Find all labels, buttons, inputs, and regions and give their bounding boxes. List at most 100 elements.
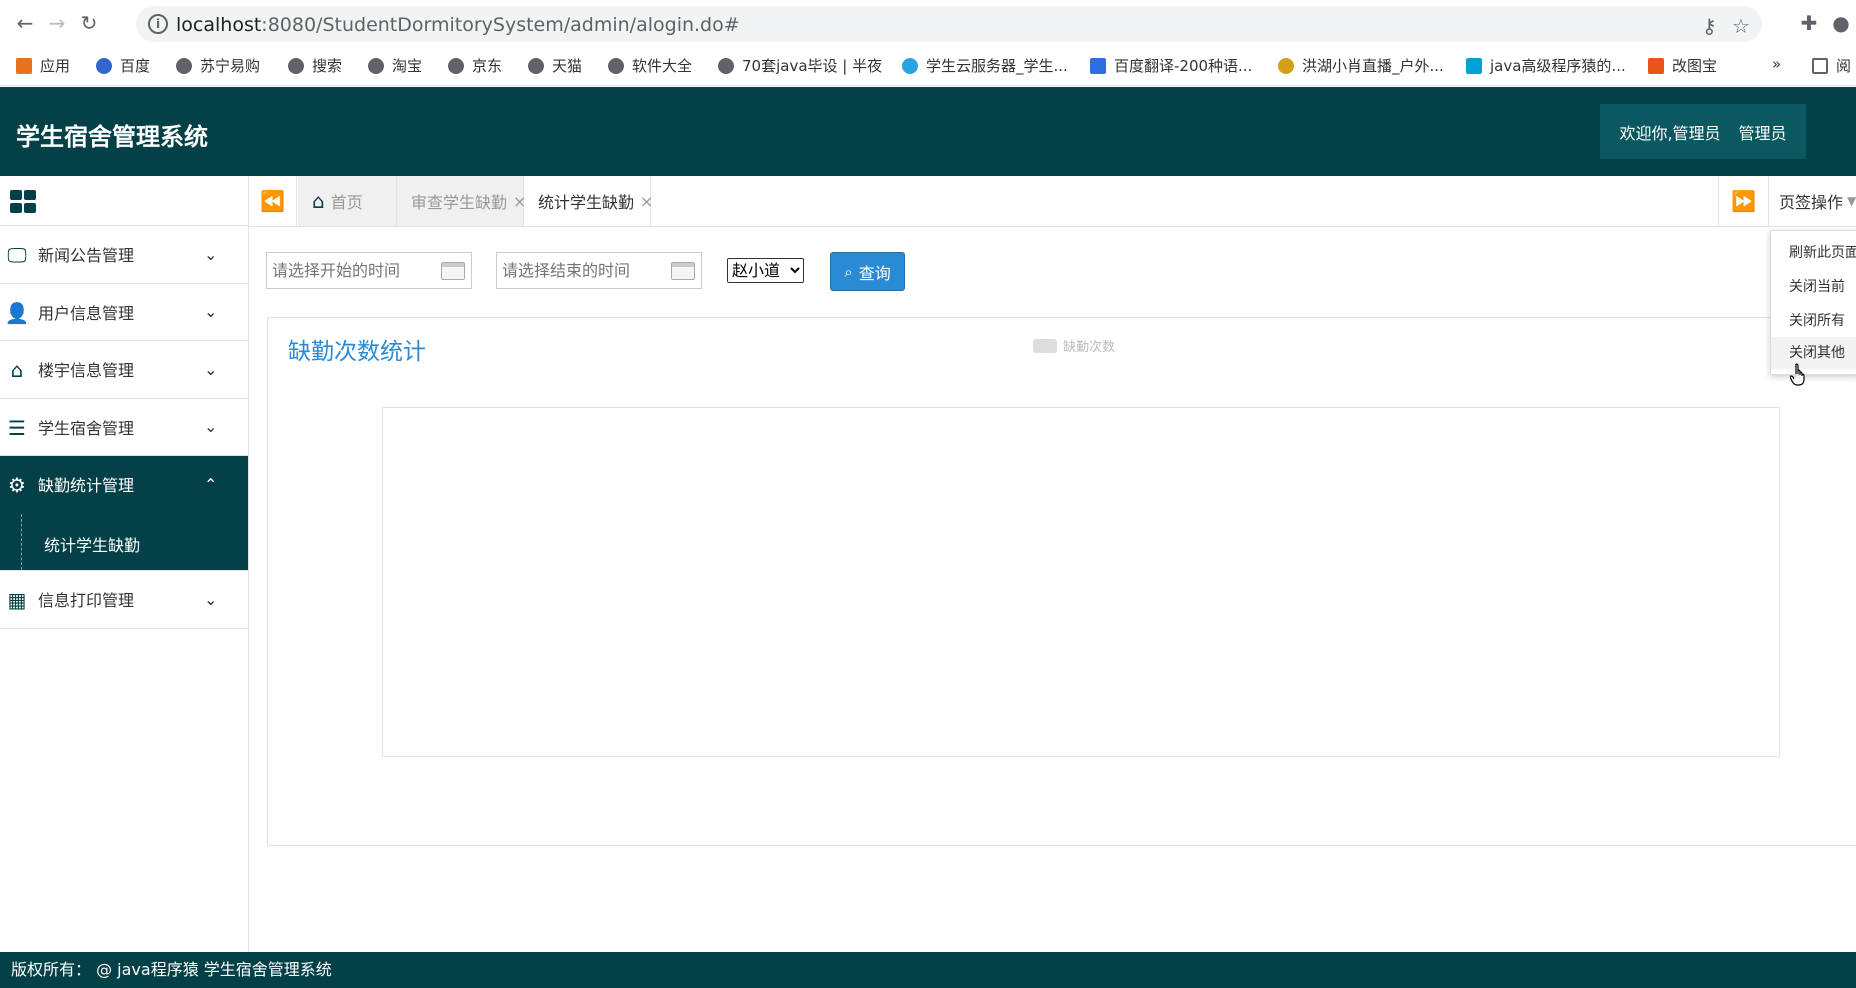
chevron-down-icon: ⌄ [204,302,218,322]
globe-icon [448,57,464,74]
query-button[interactable]: ⌕ 查询 [830,252,905,291]
baidu-icon [96,57,112,74]
close-all-item[interactable]: 关闭所有 [1771,305,1856,337]
sidebar-item-label: 新闻公告管理 [38,246,135,266]
hand-cursor-icon [1790,363,1805,386]
submenu-guide-line [21,513,22,570]
home-icon: ⌂ [10,358,24,382]
film-icon: ▦ [7,588,27,612]
chart-legend[interactable]: 缺勤次数 [1033,336,1115,355]
address-bar[interactable]: i localhost:8080/StudentDormitorySystem/… [136,6,1762,42]
bookmark-item[interactable]: 京东 [448,55,502,76]
bookmark-item[interactable]: 百度 [96,55,150,76]
chart-title: 缺勤次数统计 [288,339,426,365]
tab-review-absence[interactable]: 审查学生缺勤 × [397,176,526,226]
tab-scroll-right-icon[interactable]: ⏩ [1718,176,1768,226]
refresh-page-item[interactable]: 刷新此页面 [1771,237,1856,269]
bookmark-item[interactable]: 改图宝 [1648,55,1717,76]
sidebar-item-buildings[interactable]: ⌂ 楼宇信息管理 ⌄ [0,341,248,399]
welcome-text: 欢迎你,管理员 [1619,123,1721,143]
gears-icon: ⚙ [8,473,26,497]
tab-home[interactable]: ⌂ 首页 [298,176,397,226]
start-date-input[interactable] [267,253,427,288]
app-header: 学生宿舍管理系统 欢迎你,管理员 管理员 [0,87,1856,176]
bookmark-item[interactable]: 70套java毕设 | 半夜 [718,55,882,76]
app-title: 学生宿舍管理系统 [16,123,208,151]
chevron-down-icon: ⌄ [204,589,218,609]
sidebar: 🖵 新闻公告管理 ⌄ 👤 用户信息管理 ⌄ ⌂ 楼宇信息管理 ⌄ ☰ 学生宿舍管… [0,176,249,952]
sidebar-item-label: 学生宿舍管理 [38,418,135,438]
apps-grid-icon [16,57,32,74]
cloud-icon [902,57,918,74]
bookmarks-bar: 应用 百度 苏宁易购 搜索 淘宝 京东 天猫 软件大全 70套java毕设 | … [0,46,1856,86]
legend-swatch [1033,338,1057,353]
reading-list-icon [1812,57,1828,74]
forward-icon[interactable]: → [44,10,70,36]
sidebar-item-users[interactable]: 👤 用户信息管理 ⌄ [0,284,248,341]
extensions-icon[interactable]: ✚ [1796,10,1822,36]
url-text: localhost:8080/StudentDormitorySystem/ad… [176,14,740,36]
browser-toolbar: ← → ↻ i localhost:8080/StudentDormitoryS… [0,0,1856,46]
chevron-up-icon: ⌃ [204,474,218,494]
site-info-icon[interactable]: i [148,14,168,34]
tab-label: 首页 [330,193,363,212]
back-icon[interactable]: ← [12,10,38,36]
chevron-down-icon: ⌄ [204,244,218,264]
reload-icon[interactable]: ↻ [76,10,102,36]
footer: 版权所有： @ java程序猿 学生宿舍管理系统 [0,952,1856,988]
tab-absence-stats[interactable]: 统计学生缺勤 × [524,176,653,226]
bookmark-item[interactable]: 软件大全 [608,55,692,76]
sidebar-item-label: 用户信息管理 [38,303,135,323]
reading-list[interactable]: 阅 [1812,55,1851,76]
globe-icon [608,57,624,74]
start-date-field[interactable] [266,252,472,289]
key-icon[interactable]: ⚷ [1702,14,1717,38]
sidebar-subitem-label: 统计学生缺勤 [44,535,141,555]
globe-icon [288,57,304,74]
user-menu[interactable]: 欢迎你,管理员 管理员 [1600,104,1806,159]
tab-label: 审查学生缺勤 [411,193,508,212]
sidebar-item-print[interactable]: ▦ 信息打印管理 ⌄ [0,571,248,629]
star-icon[interactable]: ☆ [1732,14,1750,38]
end-date-input[interactable] [497,253,657,288]
close-icon[interactable]: × [640,192,653,211]
end-date-field[interactable] [496,252,702,289]
chart-plot-area [382,407,1780,757]
bookmark-item[interactable]: 天猫 [528,55,582,76]
chevron-down-icon: ⌄ [204,359,218,379]
tab-strip: ⏪ ⌂ 首页 审查学生缺勤 × 统计学生缺勤 × ⏩ 页签操作 ▼ [249,176,1856,227]
bookmark-item[interactable]: java高级程序猿的... [1466,55,1626,76]
chart-panel: 缺勤次数统计 缺勤次数 [267,317,1856,846]
sidebar-item-news[interactable]: 🖵 新闻公告管理 ⌄ [0,226,248,284]
bookmark-item[interactable]: 苏宁易购 [176,55,260,76]
calendar-icon[interactable] [441,262,465,280]
search-icon: ⌕ [844,262,853,281]
tab-operations-dropdown: 刷新此页面 关闭当前 关闭所有 关闭其他 [1770,230,1856,375]
sidebar-item-dorms[interactable]: ☰ 学生宿舍管理 ⌄ [0,399,248,456]
calendar-icon[interactable] [671,262,695,280]
close-current-item[interactable]: 关闭当前 [1771,271,1856,303]
monitor-icon: 🖵 [7,243,27,267]
globe-icon [718,57,734,74]
sidebar-subitem-absence-stats[interactable]: 统计学生缺勤 [0,513,248,571]
bookmark-item[interactable]: 洪湖小肖直播_户外... [1278,55,1444,76]
profile-icon[interactable]: ● [1828,10,1854,36]
bookmarks-more[interactable]: » [1772,55,1781,73]
tab-label: 统计学生缺勤 [538,193,635,212]
dashboard-grid-icon[interactable] [10,190,37,214]
close-others-item[interactable]: 关闭其他 [1771,337,1856,369]
tab-operations-button[interactable]: 页签操作 ▼ [1768,176,1856,226]
bookmark-item[interactable]: 搜索 [288,55,342,76]
tab-scroll-left-icon[interactable]: ⏪ [249,176,297,226]
caret-down-icon: ▼ [1847,194,1856,208]
bookmark-item[interactable]: 学生云服务器_学生... [902,55,1068,76]
sidebar-header [0,176,248,226]
sidebar-item-absence[interactable]: ⚙ 缺勤统计管理 ⌃ [0,456,248,514]
student-select[interactable]: 赵小道 [727,258,804,283]
bookmark-item[interactable]: 百度翻译-200种语... [1090,55,1252,76]
home-icon: ⌂ [312,189,325,213]
sidebar-item-label: 缺勤统计管理 [38,476,135,496]
bookmark-item[interactable]: 淘宝 [368,55,422,76]
globe-icon [528,57,544,74]
bookmark-apps[interactable]: 应用 [16,55,70,76]
